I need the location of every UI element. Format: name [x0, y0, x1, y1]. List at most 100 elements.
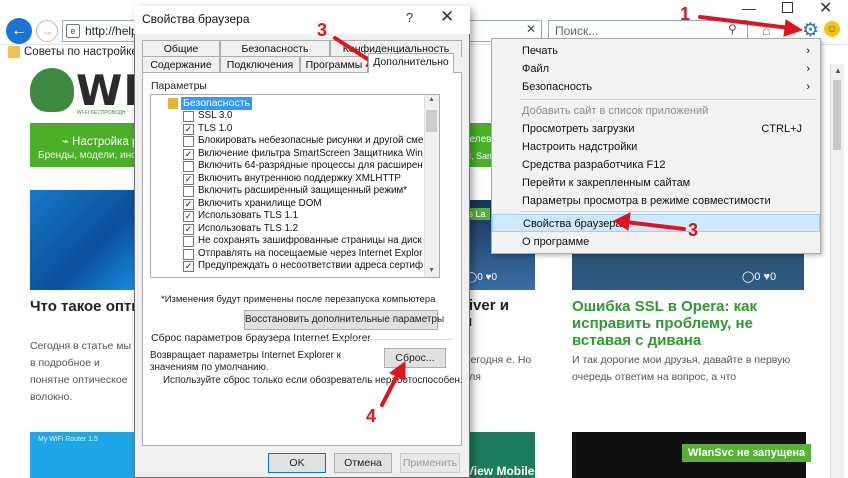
setting-checkbox[interactable]	[183, 111, 194, 122]
close-icon[interactable]: ✕	[440, 7, 454, 27]
setting-checkbox[interactable]: ✓	[183, 199, 194, 210]
tab-general[interactable]: Общие	[142, 40, 220, 57]
menu-item-addons[interactable]: Настроить надстройки	[492, 138, 820, 156]
article-title[interactable]: Что такое оптиче простым языко	[30, 298, 135, 316]
menu-separator	[520, 211, 816, 212]
ok-button[interactable]: OK	[268, 453, 326, 473]
article-image-fiber[interactable]	[30, 190, 135, 290]
settings-scrollbar-thumb[interactable]	[426, 110, 437, 132]
menu-item-security[interactable]: Безопасность ›	[492, 78, 820, 96]
setting-label[interactable]: SSL 3.0	[198, 110, 423, 122]
menu-item-label: Печать	[522, 45, 559, 57]
setting-checkbox[interactable]: ✓	[183, 261, 194, 272]
favorites-star-icon[interactable]: ☆	[786, 22, 799, 39]
setting-checkbox[interactable]	[183, 161, 194, 172]
setting-label[interactable]: Включить хранилище DOM	[198, 198, 423, 210]
setting-checkbox[interactable]: ✓	[183, 149, 194, 160]
setting-label[interactable]: Использовать TLS 1.2	[198, 223, 423, 235]
article-excerpt: И так дорогие мои друзья, давайте в перв…	[572, 354, 791, 383]
setting-label[interactable]: Включение фильтра SmartScreen Защитника …	[198, 148, 423, 160]
favorite-link[interactable]: Советы по настройке W	[24, 46, 152, 58]
menu-item-label: Перейти к закрепленным сайтам	[522, 177, 691, 189]
setting-label[interactable]: Блокировать небезопасные рисунки и друго…	[198, 135, 423, 147]
setting-label[interactable]: TLS 1.0	[198, 123, 423, 135]
logo-subtitle: WI-FI БЕСПРОВОДН	[77, 110, 126, 116]
cancel-button[interactable]: Отмена	[334, 453, 392, 473]
setting-checkbox[interactable]	[183, 186, 194, 197]
setting-label[interactable]: Не сохранять зашифрованные страницы на д…	[198, 235, 423, 247]
back-button[interactable]: ←	[6, 18, 32, 44]
home-icon[interactable]: ⌂	[762, 22, 770, 38]
search-icon[interactable]: ⚲	[728, 22, 737, 36]
menu-item-print[interactable]: Печать ›	[492, 42, 820, 60]
menu-item-about[interactable]: О программе	[492, 233, 820, 251]
menu-item-downloads[interactable]: Просмотреть загрузки CTRL+J	[492, 120, 820, 138]
menu-item-label: Файл	[522, 63, 550, 75]
tab-connections[interactable]: Подключения	[220, 56, 300, 73]
maximize-icon[interactable]	[782, 2, 793, 13]
annotation-number-3: 3	[688, 220, 699, 240]
reset-button[interactable]: Сброс...	[384, 348, 446, 368]
group-divider	[318, 339, 452, 340]
setting-label[interactable]: Предупреждать о несоответствии адреса се…	[198, 260, 423, 272]
article-counters: ◯0 ♥0	[466, 272, 498, 283]
setting-checkbox[interactable]: ✓	[183, 224, 194, 235]
scroll-down-icon[interactable]: ▼	[428, 267, 435, 274]
reset-description: Возвращает параметры Internet Explorer к…	[150, 350, 341, 373]
menu-item-label: Свойства браузера	[523, 218, 622, 230]
scroll-up-icon[interactable]: ▲	[428, 96, 435, 103]
logo-mascot	[30, 68, 74, 112]
setting-checkbox[interactable]: ✓	[183, 211, 194, 222]
tab-content[interactable]: Содержание	[142, 56, 220, 73]
menu-separator	[520, 99, 816, 100]
annotation-number-3: 3	[317, 20, 328, 40]
menu-item-label: Добавить сайт в список приложений	[522, 105, 709, 117]
setting-label[interactable]: Включить внутреннюю поддержку XMLHTTP	[198, 173, 423, 185]
tab-programs[interactable]: Программы	[300, 56, 368, 73]
setting-checkbox[interactable]	[183, 136, 194, 147]
address-stop-icon[interactable]: ✕	[526, 22, 536, 36]
tab-advanced[interactable]: Дополнительно	[368, 53, 454, 73]
setting-label[interactable]: Отправлять на посещаемые через Internet …	[198, 248, 423, 260]
menu-item-file[interactable]: Файл ›	[492, 60, 820, 78]
article-title-ssl-opera[interactable]: Ошибка SSL в Opera: как исправить пробле…	[572, 298, 808, 349]
article-excerpt: Сегодня в статье мы в подробное и понятн…	[30, 340, 132, 403]
reset-group-title: Сброс параметров браузера Internet Explo…	[151, 332, 371, 344]
menu-shortcut: CTRL+J	[761, 123, 802, 135]
favorite-page-icon	[8, 46, 20, 58]
submenu-arrow-icon: ›	[806, 45, 810, 57]
setting-checkbox[interactable]	[183, 249, 194, 260]
menu-item-label: Средства разработчика F12	[522, 159, 666, 171]
menu-item-label: Просмотреть загрузки	[522, 123, 635, 135]
restore-advanced-button[interactable]: Восстановить дополнительные параметры	[244, 310, 444, 330]
restart-note: *Изменения будут применены после перезап…	[161, 294, 436, 305]
smiley-feedback-icon[interactable]: ☺	[824, 21, 840, 37]
setting-checkbox[interactable]: ✓	[183, 124, 194, 135]
window-close-icon[interactable]: ✕	[819, 0, 832, 18]
scroll-up-icon[interactable]: ▲	[834, 66, 842, 75]
scrollbar-thumb[interactable]	[833, 80, 841, 150]
submenu-arrow-icon: ›	[806, 63, 810, 75]
page-icon: e	[66, 24, 80, 38]
minimize-icon[interactable]: —	[742, 0, 756, 16]
setting-label[interactable]: Использовать TLS 1.1	[198, 210, 423, 222]
apply-button[interactable]: Применить	[400, 453, 460, 473]
setting-checkbox[interactable]: ✓	[183, 174, 194, 185]
settings-category-security[interactable]: Безопасность	[181, 97, 252, 110]
menu-item-compat-view[interactable]: Параметры просмотра в режиме совместимос…	[492, 192, 820, 210]
menu-item-label: Параметры просмотра в режиме совместимос…	[522, 195, 771, 207]
reset-note: Используйте сброс только если обозревате…	[163, 375, 463, 386]
lock-icon	[168, 98, 178, 109]
help-icon[interactable]: ?	[406, 10, 413, 25]
tab-security[interactable]: Безопасность	[220, 40, 330, 57]
settings-label: Параметры	[151, 80, 207, 92]
forward-button[interactable]: →	[36, 20, 58, 42]
menu-item-devtools[interactable]: Средства разработчика F12	[492, 156, 820, 174]
submenu-arrow-icon: ›	[806, 81, 810, 93]
menu-item-pinned-sites[interactable]: Перейти к закрепленным сайтам	[492, 174, 820, 192]
setting-label[interactable]: Включить расширенный защищенный режим*	[198, 185, 423, 197]
setting-checkbox[interactable]	[183, 236, 194, 247]
setting-label[interactable]: Включить 64-разрядные процессы для расши…	[198, 160, 423, 172]
menu-item-internet-options[interactable]: Свойства браузера	[492, 214, 820, 232]
image-badge: WlanSvc не запущена	[682, 444, 812, 462]
